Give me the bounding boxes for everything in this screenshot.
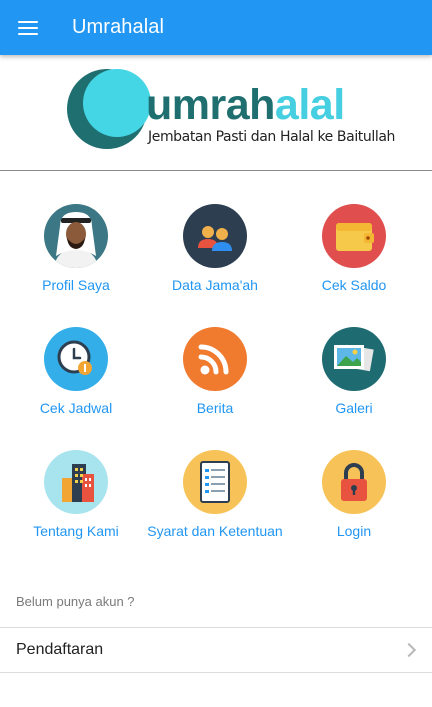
menu-item-berita[interactable]: Berita	[143, 327, 287, 419]
menu-item-label: Login	[336, 523, 372, 539]
menu-item-label: Data Jama'ah	[172, 277, 258, 293]
clock-icon	[44, 327, 108, 391]
menu-item-profil-saya[interactable]: Profil Saya	[4, 204, 148, 296]
menu-button[interactable]	[0, 0, 56, 55]
checklist-icon	[183, 450, 247, 514]
lock-icon	[322, 450, 386, 514]
app-title: Umrahalal	[72, 16, 165, 38]
menu-item-syarat-dan-ketentuan[interactable]: Syarat dan Ketentuan	[143, 450, 287, 542]
logo-banner: umrahalal Jembatan Pasti dan Halal ke Ba…	[0, 55, 432, 171]
menu-item-data-jamaah[interactable]: Data Jama'ah	[143, 204, 287, 296]
menu-item-label: Profil Saya	[42, 277, 110, 293]
building-icon	[44, 450, 108, 514]
people-icon	[183, 204, 247, 268]
menu-item-tentang-kami[interactable]: Tentang Kami	[4, 450, 148, 542]
menu-icon	[18, 20, 38, 35]
rss-icon	[183, 327, 247, 391]
app-bar: Umrahalal	[0, 0, 432, 55]
menu-item-galeri[interactable]: Galeri	[282, 327, 426, 419]
menu-item-login[interactable]: Login	[282, 450, 426, 542]
menu-item-label: Cek Saldo	[321, 277, 387, 293]
menu-item-label: Syarat dan Ketentuan	[147, 523, 283, 539]
register-hint: Belum punya akun ?	[16, 594, 135, 609]
menu-item-label: Galeri	[335, 400, 373, 416]
logo-crescent-icon	[65, 67, 155, 156]
logo-wordmark: umrahalal	[146, 81, 345, 129]
register-label: Pendaftaran	[16, 641, 104, 658]
logo-tagline: Jembatan Pasti dan Halal ke Baitullah	[148, 129, 395, 145]
menu-item-cek-saldo[interactable]: Cek Saldo	[282, 204, 426, 296]
menu-item-label: Cek Jadwal	[39, 400, 113, 416]
menu-item-label: Tentang Kami	[33, 523, 119, 539]
wallet-icon	[322, 204, 386, 268]
register-row[interactable]: Pendaftaran	[0, 627, 432, 673]
menu-item-label: Berita	[196, 400, 234, 416]
chevron-right-icon	[401, 642, 417, 658]
menu-item-cek-jadwal[interactable]: Cek Jadwal	[4, 327, 148, 419]
gallery-icon	[322, 327, 386, 391]
profile-icon	[44, 204, 108, 268]
